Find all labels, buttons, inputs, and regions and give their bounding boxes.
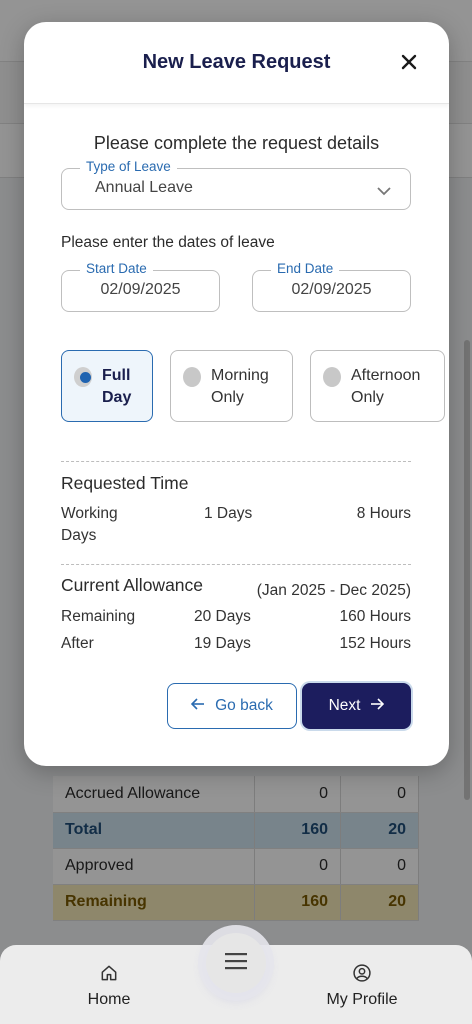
leave-request-modal: New Leave Request Please complete the re… (24, 22, 449, 766)
divider (61, 564, 411, 565)
next-label: Next (328, 697, 361, 714)
go-back-button[interactable]: Go back (167, 683, 297, 729)
start-date-label: Start Date (80, 261, 153, 276)
leave-type-label: Type of Leave (80, 159, 177, 174)
close-icon (401, 54, 417, 75)
next-button[interactable]: Next (302, 683, 411, 729)
divider (61, 461, 411, 462)
option-label-line2: Only (211, 389, 244, 406)
allowance-remaining-hours: 160 Hours (339, 608, 411, 625)
arrow-left-icon (190, 697, 205, 715)
option-full-day[interactable]: Full Day (61, 350, 153, 422)
option-label: Morning Only (211, 365, 269, 409)
allowance-after-days: 19 Days (194, 635, 251, 652)
current-allowance-title: Current Allowance (61, 575, 204, 595)
leave-type-select[interactable]: Type of Leave Annual Leave (61, 159, 411, 210)
option-label-line1: Afternoon (351, 367, 421, 384)
allowance-remaining-days: 20 Days (194, 608, 251, 625)
option-label-line2: Day (102, 389, 132, 406)
end-date-field[interactable]: End Date 02/09/2025 (252, 261, 411, 312)
option-label-line2: Only (351, 389, 384, 406)
nav-profile-label: My Profile (326, 991, 398, 1008)
menu-button[interactable] (206, 933, 266, 993)
option-afternoon-only[interactable]: Afternoon Only (310, 350, 445, 422)
option-label: Full Day (102, 365, 131, 409)
allowance-after-label: After (61, 635, 94, 652)
nav-my-profile[interactable]: My Profile (307, 963, 417, 1009)
working-days-label-line2: Days (61, 527, 97, 544)
dates-label: Please enter the dates of leave (61, 234, 275, 251)
modal-subtitle: Please complete the request details (93, 133, 380, 153)
arrow-right-icon (370, 697, 385, 715)
allowance-after-hours: 152 Hours (339, 635, 411, 652)
end-date-value: 02/09/2025 (291, 281, 372, 298)
modal-header: New Leave Request (24, 22, 449, 104)
hamburger-icon (225, 952, 247, 975)
nav-home[interactable]: Home (54, 963, 164, 1009)
working-days-label-line1: Working (61, 505, 118, 522)
close-button[interactable] (396, 51, 422, 77)
start-date-value: 02/09/2025 (100, 281, 181, 298)
home-icon (54, 963, 164, 985)
leave-type-value: Annual Leave (95, 179, 193, 196)
go-back-label: Go back (215, 697, 273, 714)
requested-days: 1 Days (204, 505, 253, 522)
requested-time-title: Requested Time (61, 473, 189, 493)
chevron-down-icon (376, 183, 392, 201)
nav-home-label: Home (87, 991, 131, 1008)
allowance-period: (Jan 2025 - Dec 2025) (256, 582, 411, 599)
option-label-line1: Full (102, 367, 131, 384)
option-label-line1: Morning (211, 367, 269, 384)
modal-title: New Leave Request (142, 51, 331, 73)
option-morning-only[interactable]: Morning Only (170, 350, 293, 422)
allowance-remaining-label: Remaining (61, 608, 136, 625)
working-days-label: Working Days (61, 503, 118, 547)
requested-hours: 8 Hours (356, 505, 411, 522)
user-icon (307, 963, 417, 985)
radio-selected-icon (74, 367, 92, 387)
option-label: Afternoon Only (351, 365, 420, 409)
radio-icon (323, 367, 341, 387)
radio-icon (183, 367, 201, 387)
start-date-field[interactable]: Start Date 02/09/2025 (61, 261, 220, 312)
end-date-label: End Date (271, 261, 340, 276)
